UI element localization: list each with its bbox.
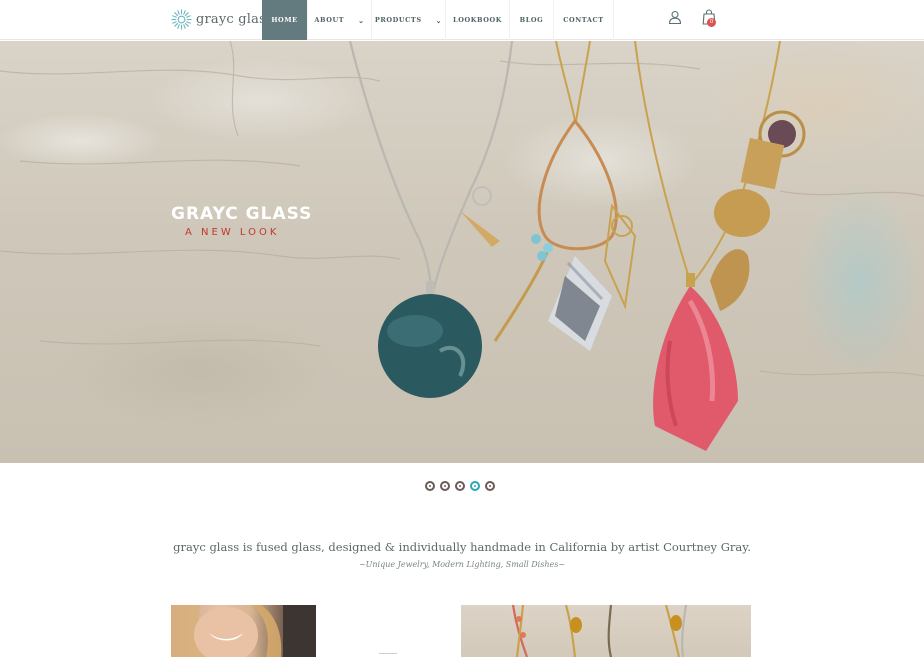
artist-photo[interactable] — [171, 605, 316, 657]
intro-tagline: ~Unique Jewelry, Modern Lighting, Small … — [358, 560, 566, 569]
nav-item-products[interactable]: PRODUCTS ⌄ — [372, 0, 446, 40]
nav-item-label: HOME — [271, 16, 298, 24]
nav-item-label: CONTACT — [563, 16, 604, 24]
logo[interactable]: grayc glass — [171, 7, 273, 31]
slider-pagination — [425, 481, 495, 491]
chevron-down-icon: ⌄ — [358, 15, 365, 25]
nav-item-blog[interactable]: BLOG — [510, 0, 554, 40]
artist-portrait-image — [171, 605, 316, 657]
nav-item-label: PRODUCTS — [374, 16, 422, 24]
nav-item-label: ABOUT — [314, 16, 345, 24]
slider-dot-5[interactable] — [485, 481, 495, 491]
jewelry-photo[interactable] — [461, 605, 751, 657]
slider-dot-1[interactable] — [425, 481, 435, 491]
user-icon[interactable] — [668, 10, 682, 24]
nav-item-home[interactable]: HOME — [262, 0, 308, 40]
slider-dot-3[interactable] — [455, 481, 465, 491]
main-nav: HOME ABOUT ⌄ PRODUCTS ⌄ LOOKBOOK BLOG CONT… — [262, 0, 614, 40]
chevron-down-icon: ⌄ — [435, 15, 443, 25]
nav-item-contact[interactable]: CONTACT — [554, 0, 614, 40]
site-header: grayc glass HOME ABOUT ⌄ PRODUCTS ⌄ LOOKBO… — [0, 0, 924, 40]
hero-slide[interactable]: GRAYC GLASS A NEW LOOK — [0, 41, 924, 463]
sunburst-logo-icon — [171, 9, 192, 29]
jewelry-chains-image — [511, 605, 688, 657]
slider-dot-2[interactable] — [440, 481, 450, 491]
intro-text: grayc glass is fused glass, designed & i… — [173, 540, 751, 554]
necklaces-image — [0, 41, 924, 451]
nav-item-about[interactable]: ABOUT ⌄ — [308, 0, 372, 40]
hero-title: GRAYC GLASS — [171, 204, 313, 224]
nav-item-label: LOOKBOOK — [453, 16, 502, 24]
slider-dot-4[interactable] — [470, 481, 480, 491]
hero-subtitle: A NEW LOOK — [185, 227, 280, 238]
nav-item-lookbook[interactable]: LOOKBOOK — [446, 0, 510, 40]
nav-item-label: BLOG — [519, 16, 544, 24]
section-divider — [379, 653, 397, 654]
cart-count-badge: 0 — [707, 18, 716, 27]
